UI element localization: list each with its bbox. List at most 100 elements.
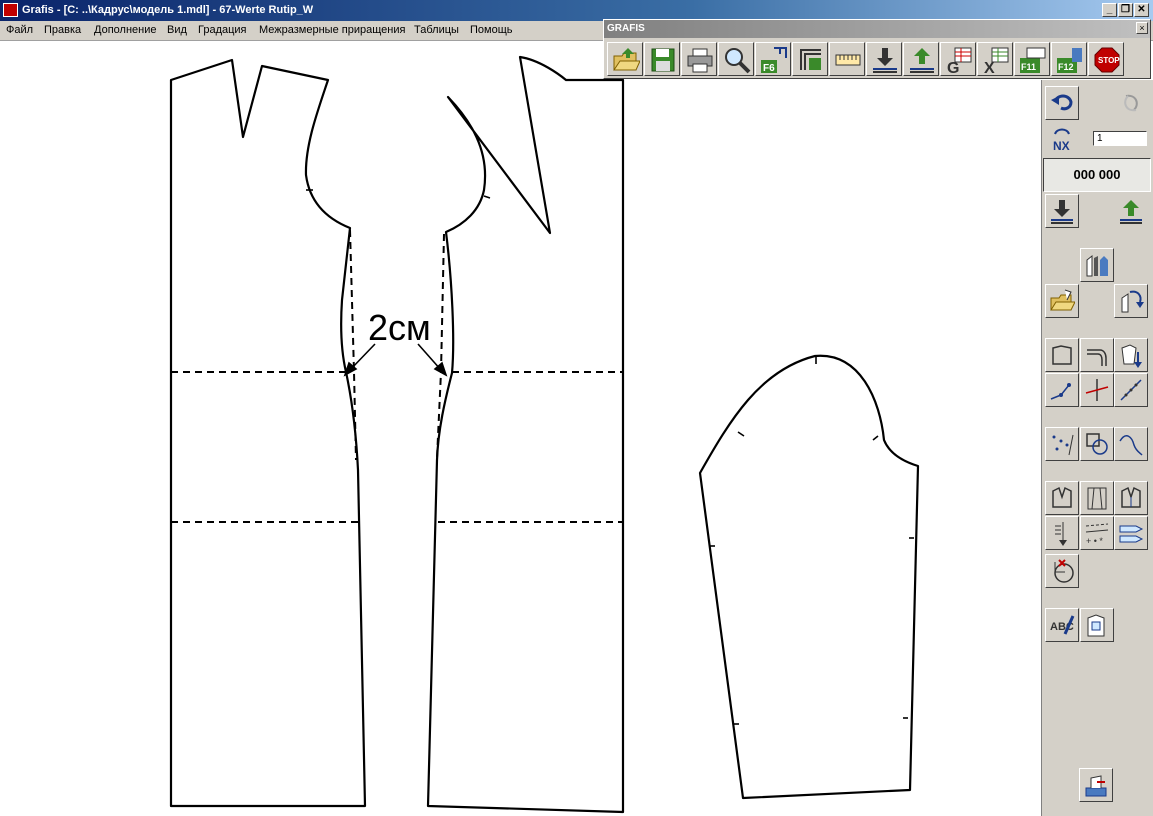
shapes-button[interactable] — [1080, 427, 1114, 461]
f6-button[interactable]: F6 — [755, 42, 791, 76]
diagonal-line-button[interactable] — [1114, 373, 1148, 407]
grade-button[interactable] — [792, 42, 828, 76]
grafis-toolbar-palette[interactable]: GRAFIS × F6 G X F11 F12 STOP — [603, 19, 1151, 79]
layout-icon — [1085, 775, 1107, 797]
delete-icon — [1054, 559, 1074, 583]
menu-size-increments[interactable]: Межразмерные приращения — [259, 24, 405, 36]
svg-text:G: G — [947, 60, 959, 74]
undo-icon — [1051, 94, 1073, 111]
grade-icon — [800, 49, 821, 70]
dart-icon — [1052, 486, 1072, 508]
stop-button[interactable]: STOP — [1088, 42, 1124, 76]
model-pieces-icon — [1086, 254, 1108, 277]
parallel-line-icon — [1087, 349, 1107, 366]
undo-button[interactable] — [1045, 86, 1079, 120]
g-button[interactable]: G — [940, 42, 976, 76]
piece-outline-icon — [1052, 345, 1072, 365]
svg-text:+ • *: + • * — [1086, 536, 1103, 546]
menu-help[interactable]: Помощь — [470, 24, 513, 36]
markings-button[interactable] — [1114, 516, 1148, 550]
intersection-icon — [1085, 379, 1109, 401]
close-button[interactable]: ✕ — [1134, 3, 1149, 17]
piece-label-icon — [1087, 614, 1105, 637]
intersection-button[interactable] — [1080, 373, 1114, 407]
back-pattern-piece — [169, 58, 367, 808]
sleeve-pattern-piece — [698, 354, 920, 800]
point-line-icon — [1050, 383, 1071, 400]
x-icon: X — [984, 47, 1009, 74]
pattern-drawing — [169, 55, 920, 814]
zoom-icon — [725, 48, 751, 74]
menu-grading[interactable]: Градация — [198, 24, 247, 36]
seam-allowance-icon: + • * — [1085, 523, 1109, 546]
piece-extract-button[interactable] — [1114, 338, 1148, 372]
points-icon — [1052, 434, 1074, 456]
menu-file[interactable]: Файл — [6, 24, 33, 36]
sidebar-upload-button[interactable] — [1114, 194, 1148, 228]
measure-icon — [835, 54, 861, 66]
open-button[interactable] — [607, 42, 643, 76]
piece-outline-button[interactable] — [1045, 338, 1079, 372]
upload-icon — [910, 48, 934, 73]
text-icon: ABC — [1050, 615, 1075, 635]
upload-icon — [1120, 200, 1142, 224]
front-pattern-piece — [426, 55, 625, 814]
palette-header[interactable]: GRAFIS × — [604, 20, 1150, 38]
transfer-button[interactable] — [1114, 284, 1148, 318]
coordinate-counter: 000 000 — [1043, 158, 1151, 192]
svg-text:F12: F12 — [1058, 62, 1074, 72]
shapes-icon — [1086, 433, 1108, 455]
delete-button[interactable] — [1045, 554, 1079, 588]
nx-button[interactable]: NX — [1045, 122, 1079, 156]
app-icon[interactable] — [3, 3, 18, 17]
point-line-button[interactable] — [1045, 373, 1079, 407]
notch-button[interactable] — [1045, 516, 1079, 550]
parallel-line-button[interactable] — [1080, 338, 1114, 372]
download-button[interactable] — [866, 42, 902, 76]
open-folder-icon — [613, 48, 640, 71]
text-button[interactable]: ABC — [1045, 608, 1079, 642]
dart-transfer-button[interactable] — [1114, 481, 1148, 515]
upload-button[interactable] — [903, 42, 939, 76]
f12-button[interactable]: F12 — [1051, 42, 1087, 76]
restore-button[interactable]: ❐ — [1118, 3, 1133, 17]
dart-button[interactable] — [1045, 481, 1079, 515]
transfer-icon — [1121, 290, 1144, 313]
x-button[interactable]: X — [977, 42, 1013, 76]
print-button[interactable] — [681, 42, 717, 76]
layout-button[interactable] — [1079, 768, 1113, 802]
nx-count-field[interactable]: 1 — [1093, 131, 1147, 146]
points-button[interactable] — [1045, 427, 1079, 461]
svg-text:F6: F6 — [763, 63, 775, 74]
open-model-icon — [1050, 289, 1075, 311]
seam-allowance-button[interactable]: + • * — [1080, 516, 1114, 550]
print-icon — [687, 48, 713, 73]
piece-extract-icon — [1121, 344, 1142, 368]
notch-icon — [1055, 522, 1067, 546]
menu-addition[interactable]: Дополнение — [94, 24, 156, 36]
open-model-button[interactable] — [1045, 284, 1079, 318]
minimize-button[interactable]: _ — [1102, 3, 1117, 17]
menu-tables[interactable]: Таблицы — [414, 24, 459, 36]
nx-icon: NX — [1053, 128, 1070, 152]
model-pieces-button[interactable] — [1080, 248, 1114, 282]
drawing-canvas[interactable]: 2см — [0, 41, 1040, 816]
sidebar-download-button[interactable] — [1045, 194, 1079, 228]
zoom-button[interactable] — [718, 42, 754, 76]
diagonal-line-icon — [1120, 379, 1142, 401]
pleat-icon — [1087, 487, 1107, 510]
palette-close-button[interactable]: × — [1136, 22, 1148, 34]
piece-label-button[interactable] — [1080, 608, 1114, 642]
title-bar: Grafis - [C: ..\Кадрус\модель 1.mdl] - 6… — [0, 0, 1153, 21]
svg-text:STOP: STOP — [1098, 56, 1120, 65]
f6-icon: F6 — [761, 47, 787, 74]
menu-view[interactable]: Вид — [167, 24, 187, 36]
curve-button[interactable] — [1114, 427, 1148, 461]
redo-button[interactable] — [1114, 86, 1148, 120]
measure-button[interactable] — [829, 42, 865, 76]
menu-edit[interactable]: Правка — [44, 24, 81, 36]
pleat-button[interactable] — [1080, 481, 1114, 515]
save-icon — [651, 48, 675, 72]
f11-button[interactable]: F11 — [1014, 42, 1050, 76]
save-button[interactable] — [644, 42, 680, 76]
